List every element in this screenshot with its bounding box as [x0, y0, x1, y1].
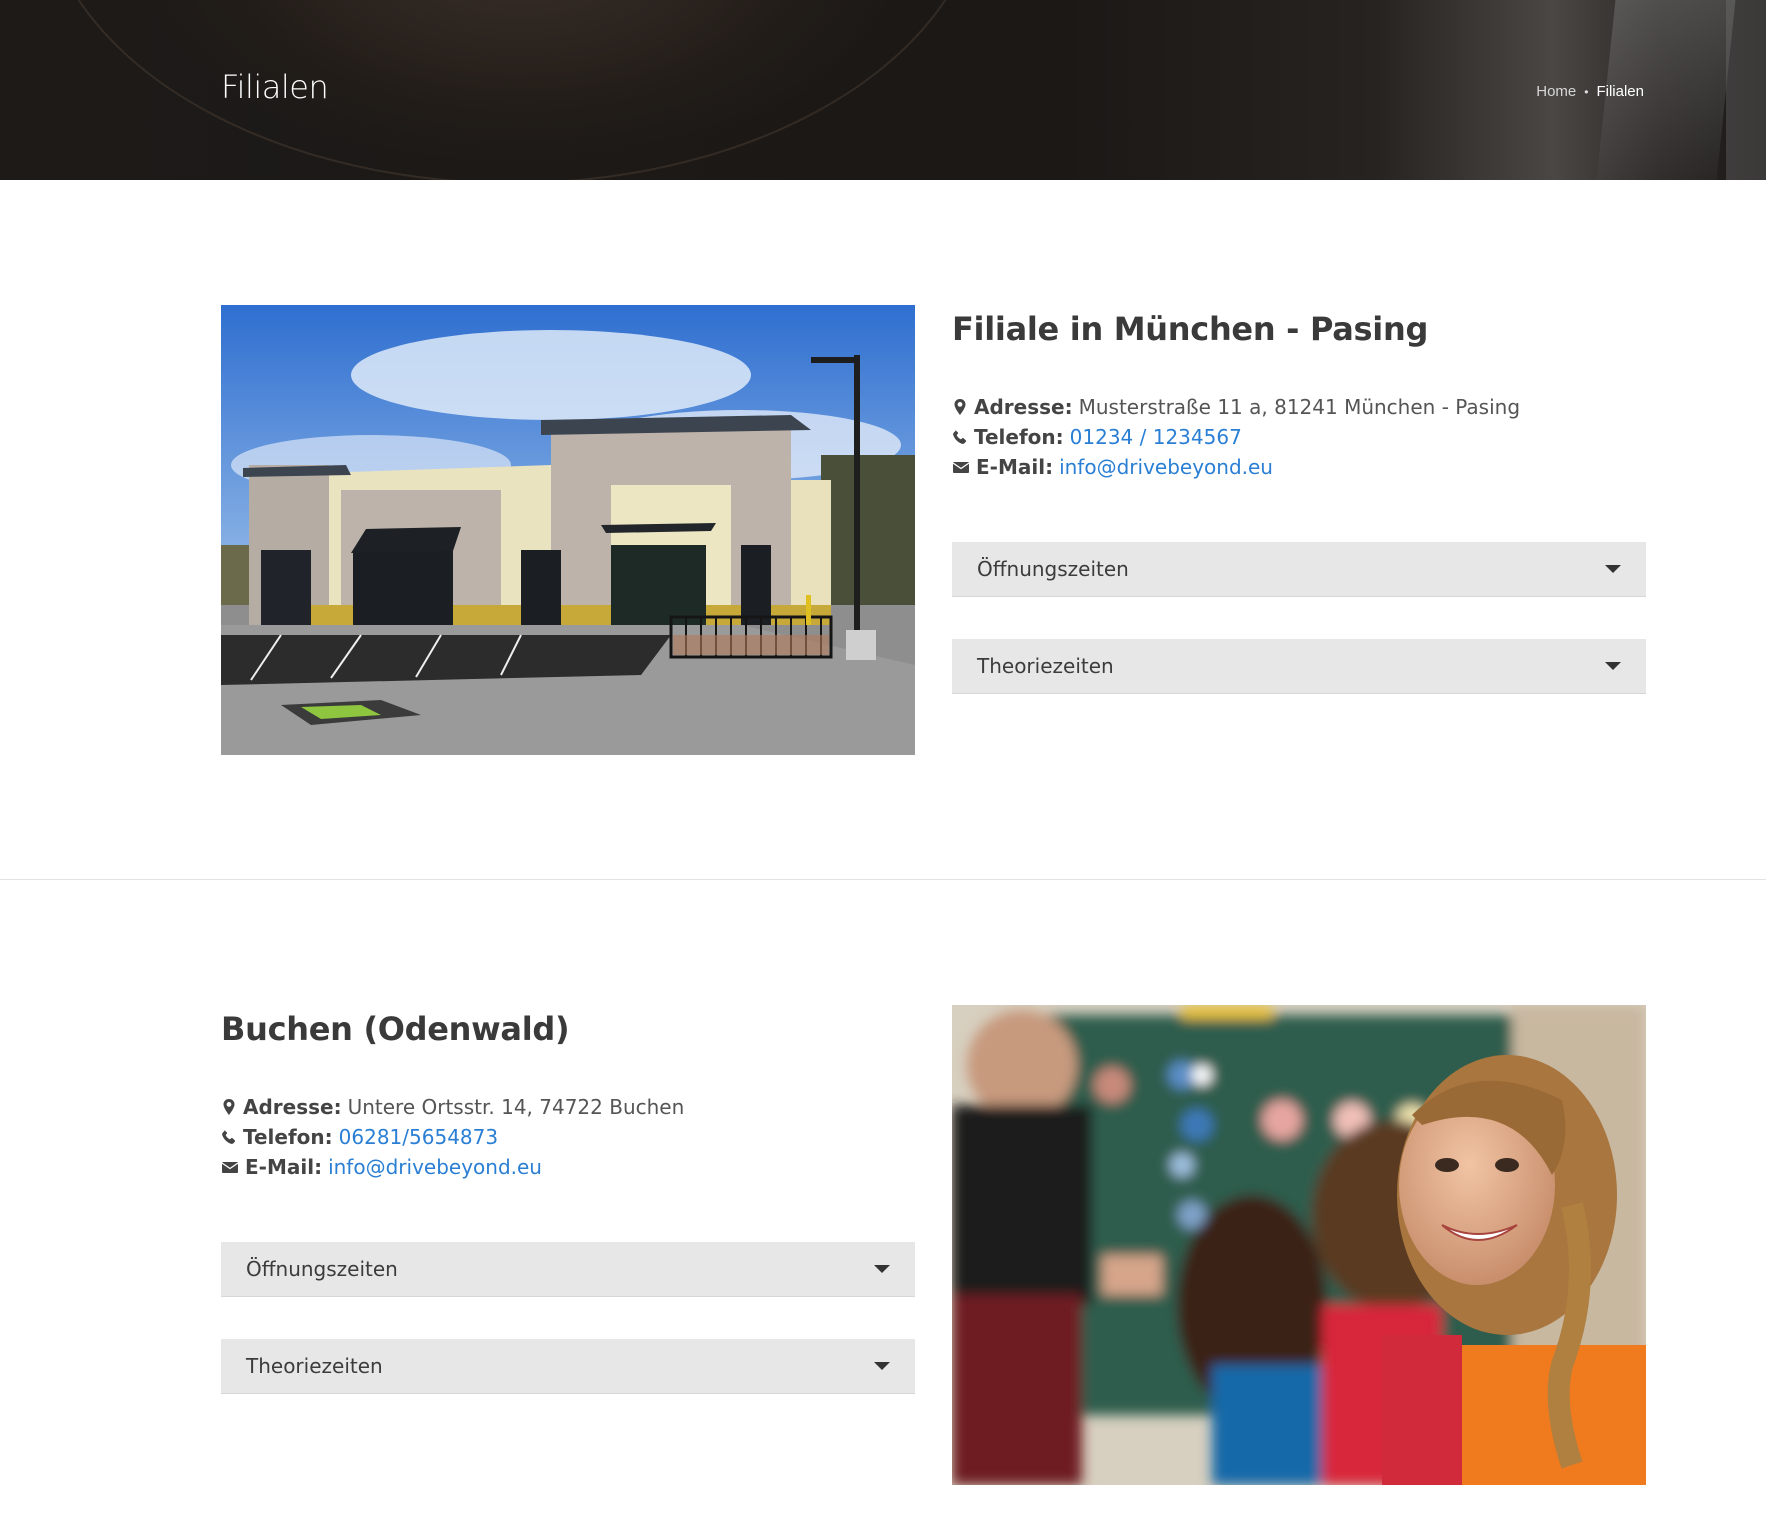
accordion-title: Öffnungszeiten — [977, 557, 1129, 581]
accordion-title: Theoriezeiten — [246, 1354, 383, 1378]
phone-icon — [953, 430, 967, 444]
email-link[interactable]: info@drivebeyond.eu — [1059, 452, 1273, 482]
storefront-image — [221, 305, 915, 755]
address-value: Untere Ortsstr. 14, 74722 Buchen — [347, 1095, 685, 1119]
caret-down-icon — [874, 1362, 890, 1370]
address-row: Adresse: Musterstraße 11 a, 81241 Münche… — [952, 392, 1646, 422]
branch-photo-classroom — [952, 1005, 1646, 1485]
classroom-image — [952, 1005, 1646, 1485]
contact-details: Adresse: Untere Ortsstr. 14, 74722 Buche… — [221, 1092, 915, 1182]
breadcrumb-current: Filialen — [1596, 83, 1644, 100]
phone-label: Telefon: — [243, 1125, 333, 1149]
section-divider — [0, 879, 1766, 880]
email-label: E-Mail: — [976, 455, 1054, 479]
map-marker-icon — [954, 399, 966, 415]
address-label: Adresse: — [974, 395, 1073, 419]
envelope-icon — [952, 462, 970, 473]
email-row: E-Mail: info@drivebeyond.eu — [952, 452, 1646, 482]
email-label: E-Mail: — [245, 1155, 323, 1179]
address-label: Adresse: — [243, 1095, 342, 1119]
contact-details: Adresse: Musterstraße 11 a, 81241 Münche… — [952, 392, 1646, 482]
page-title: Filialen — [221, 68, 329, 106]
caret-down-icon — [1605, 565, 1621, 573]
accordion-title: Öffnungszeiten — [246, 1257, 398, 1281]
branch-title: Buchen (Odenwald) — [221, 1010, 570, 1048]
branch-title: Filiale in München - Pasing — [952, 310, 1429, 348]
accordion-theory-times[interactable]: Theoriezeiten — [221, 1339, 915, 1394]
accordion-opening-hours[interactable]: Öffnungszeiten — [952, 542, 1646, 597]
phone-icon — [222, 1130, 236, 1144]
branch-photo-storefront — [221, 305, 915, 755]
map-marker-icon — [223, 1099, 235, 1115]
address-value: Musterstraße 11 a, 81241 München - Pasin… — [1078, 395, 1521, 419]
phone-label: Telefon: — [974, 425, 1064, 449]
branch-info: Filiale in München - Pasing Adresse: Mus… — [952, 310, 1646, 694]
envelope-icon — [221, 1162, 239, 1173]
page-header-banner: Filialen Home • Filialen — [0, 0, 1766, 180]
branch-info: Buchen (Odenwald) Adresse: Untere Ortsst… — [221, 1010, 915, 1394]
phone-row: Telefon: 01234 / 1234567 — [952, 422, 1646, 452]
banner-decoration — [40, 0, 984, 180]
breadcrumb: Home • Filialen — [1536, 83, 1644, 100]
breadcrumb-separator: • — [1584, 84, 1589, 99]
caret-down-icon — [1605, 662, 1621, 670]
breadcrumb-home-link[interactable]: Home — [1536, 83, 1576, 100]
address-row: Adresse: Untere Ortsstr. 14, 74722 Buche… — [221, 1092, 915, 1122]
email-link[interactable]: info@drivebeyond.eu — [328, 1152, 542, 1182]
phone-link[interactable]: 01234 / 1234567 — [1070, 422, 1242, 452]
caret-down-icon — [874, 1265, 890, 1273]
branch-accordion: Öffnungszeiten Theoriezeiten — [221, 1242, 915, 1394]
phone-row: Telefon: 06281/5654873 — [221, 1122, 915, 1152]
accordion-opening-hours[interactable]: Öffnungszeiten — [221, 1242, 915, 1297]
branch-accordion: Öffnungszeiten Theoriezeiten — [952, 542, 1646, 694]
phone-link[interactable]: 06281/5654873 — [339, 1122, 498, 1152]
accordion-theory-times[interactable]: Theoriezeiten — [952, 639, 1646, 694]
accordion-title: Theoriezeiten — [977, 654, 1114, 678]
banner-decoration — [1726, 0, 1766, 180]
email-row: E-Mail: info@drivebeyond.eu — [221, 1152, 915, 1182]
